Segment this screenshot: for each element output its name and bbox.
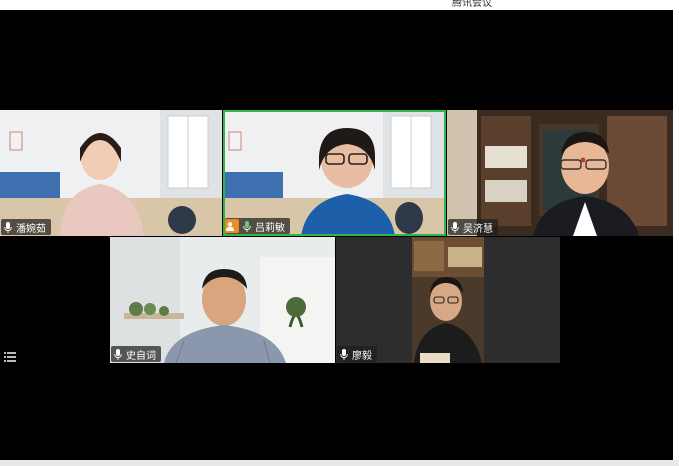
- video-tile-5[interactable]: 廖毅: [336, 237, 560, 363]
- person-icon: [225, 219, 239, 233]
- title-bar: 腾讯会议: [0, 0, 679, 10]
- video-feed: [0, 110, 222, 236]
- video-feed: [447, 110, 673, 236]
- participant-label-5: 廖毅: [337, 346, 377, 362]
- list-menu-icon[interactable]: [4, 352, 16, 362]
- video-tile-2[interactable]: 吕莉敏: [223, 110, 446, 236]
- mic-icon: [4, 221, 12, 233]
- participant-label-3: 吴济慧: [448, 219, 498, 235]
- participant-name: 吴济慧: [463, 223, 493, 235]
- video-tile-1[interactable]: 潘婉茹: [0, 110, 222, 236]
- video-feed: [110, 237, 335, 363]
- bottom-toolbar: [0, 460, 679, 466]
- participant-name: 吕莉敏: [255, 222, 285, 234]
- participant-label-2: 吕莉敏: [225, 218, 290, 234]
- mic-icon: [243, 220, 251, 232]
- participant-label-4: 史自词: [111, 346, 161, 362]
- participant-label-1: 潘婉茹: [1, 219, 51, 235]
- video-tile-4[interactable]: 史自词: [110, 237, 335, 363]
- window-title: 腾讯会议: [452, 0, 492, 9]
- participant-name: 潘婉茹: [16, 223, 46, 235]
- video-tile-3[interactable]: 吴济慧: [447, 110, 673, 236]
- mic-icon: [451, 221, 459, 233]
- mic-icon: [340, 348, 348, 360]
- participant-name: 史自词: [126, 350, 156, 362]
- window-edge: [673, 10, 679, 466]
- video-feed: [336, 237, 560, 363]
- mic-icon: [114, 348, 122, 360]
- participant-name: 廖毅: [352, 350, 372, 362]
